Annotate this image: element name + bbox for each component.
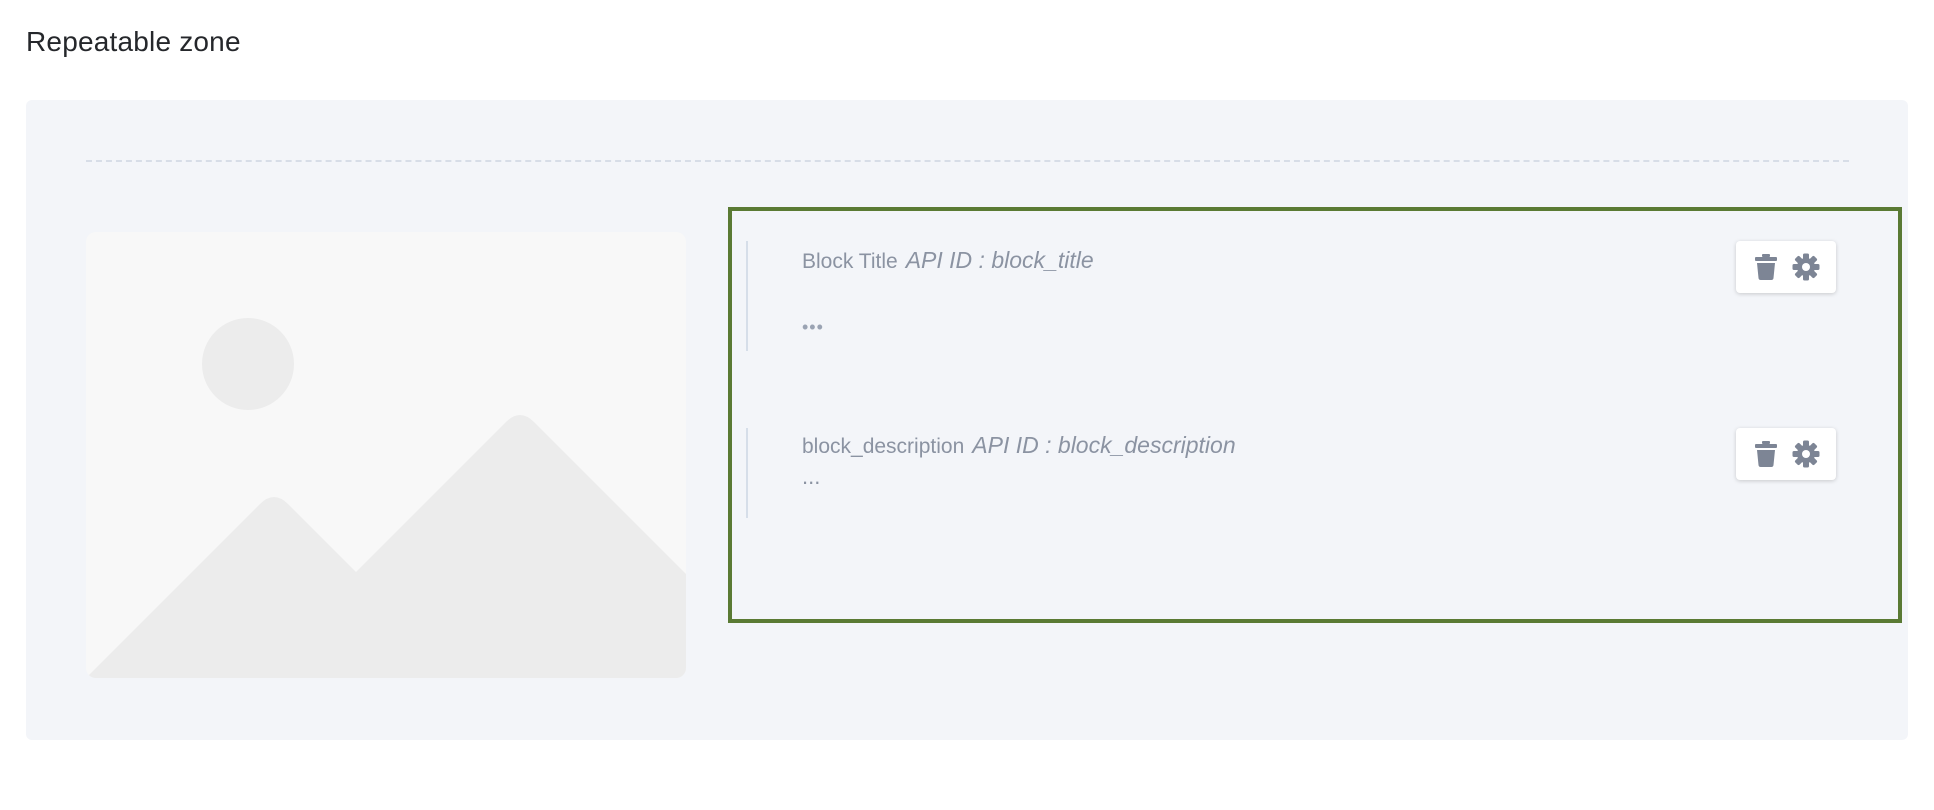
field-label: block_description API ID : block_descript… bbox=[802, 432, 1236, 459]
zone-divider bbox=[86, 160, 1849, 162]
field-api-id: API ID : block_title bbox=[905, 247, 1094, 273]
field-indent-bar bbox=[746, 241, 748, 351]
field-name: Block Title bbox=[802, 250, 898, 273]
image-placeholder-icon bbox=[86, 232, 686, 678]
trash-icon[interactable] bbox=[1752, 440, 1780, 468]
trash-icon[interactable] bbox=[1752, 253, 1780, 281]
gear-icon[interactable] bbox=[1792, 440, 1820, 468]
section-title: Repeatable zone bbox=[26, 26, 241, 57]
fields-container[interactable]: Block Title API ID : block_title ••• blo… bbox=[728, 207, 1902, 623]
field-label: Block Title API ID : block_title bbox=[802, 247, 1094, 274]
field-indent-bar bbox=[746, 428, 748, 518]
field-actions bbox=[1736, 241, 1836, 293]
field-block-description[interactable]: block_description API ID : block_descript… bbox=[746, 428, 1886, 518]
field-value: ••• bbox=[802, 317, 824, 337]
field-block-title[interactable]: Block Title API ID : block_title ••• bbox=[746, 241, 1886, 351]
field-api-id: API ID : block_description bbox=[972, 432, 1236, 458]
field-actions bbox=[1736, 428, 1836, 480]
field-value: ... bbox=[802, 464, 821, 489]
field-name: block_description bbox=[802, 435, 965, 458]
repeatable-zone: Block Title API ID : block_title ••• blo… bbox=[26, 100, 1908, 740]
gear-icon[interactable] bbox=[1792, 253, 1820, 281]
